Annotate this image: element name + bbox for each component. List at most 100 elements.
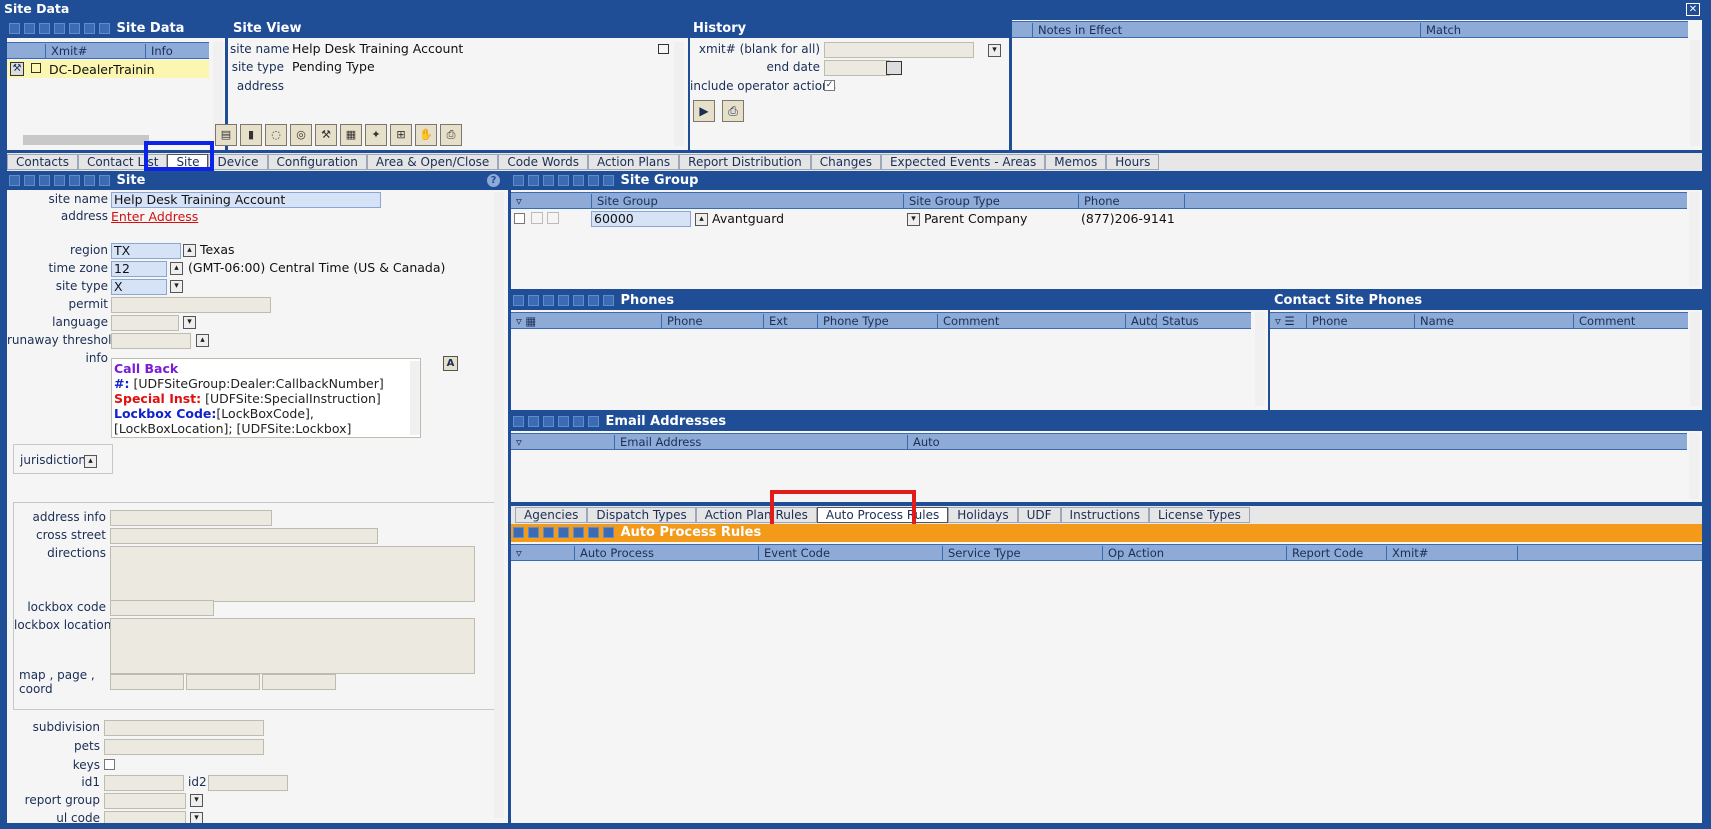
tab-report-distribution[interactable]: Report Distribution <box>679 154 811 170</box>
add-icon[interactable] <box>543 527 554 538</box>
bulb-icon[interactable]: ✦ <box>365 124 387 146</box>
tab-hours[interactable]: Hours <box>1106 154 1160 170</box>
toolbar-icon[interactable] <box>528 175 539 186</box>
toolbar-icon[interactable] <box>84 23 95 34</box>
language-input[interactable] <box>111 315 179 331</box>
tab-memos[interactable]: Memos <box>1045 154 1107 170</box>
col-comment[interactable]: Comment <box>937 314 1117 328</box>
vertical-scrollbar[interactable] <box>1689 192 1699 286</box>
site-group-code-input[interactable]: 60000 <box>591 211 691 227</box>
tab-action-plans[interactable]: Action Plans <box>587 154 680 170</box>
toolbar-icon[interactable] <box>513 175 524 186</box>
tab-changes[interactable]: Changes <box>810 154 881 170</box>
toolbar-icon[interactable] <box>558 416 569 427</box>
toolbar-icon[interactable] <box>69 175 80 186</box>
col-report-code[interactable]: Report Code <box>1286 546 1386 560</box>
toolbar-icon[interactable] <box>573 527 584 538</box>
add-icon[interactable] <box>543 175 554 186</box>
col-ext[interactable]: Ext <box>763 314 813 328</box>
directions-textarea[interactable] <box>110 546 475 602</box>
refresh-icon[interactable] <box>603 295 614 306</box>
col-site-group[interactable]: Site Group <box>591 194 891 208</box>
toolbar-icon[interactable] <box>54 175 65 186</box>
toolbar-icon[interactable] <box>513 295 524 306</box>
horizontal-scrollbar[interactable] <box>23 135 149 145</box>
id2-input[interactable] <box>208 775 288 791</box>
col-auto-process[interactable]: Auto Process <box>574 546 754 560</box>
site-group-row[interactable]: 60000 ▴ Avantguard ▾ Parent Company (877… <box>511 210 1187 228</box>
document-icon[interactable]: ▤ <box>215 124 237 146</box>
col-phone[interactable]: Phone <box>1078 194 1178 208</box>
refresh-icon[interactable] <box>603 175 614 186</box>
xmit-input[interactable] <box>824 42 974 58</box>
report-group-dropdown[interactable]: ▾ <box>190 794 203 807</box>
region-lookup-button[interactable]: ▴ <box>183 244 196 257</box>
lockbox-location-textarea[interactable] <box>110 618 475 674</box>
toolbar-icon[interactable] <box>24 175 35 186</box>
site-group-type-dropdown[interactable]: ▾ <box>907 213 920 226</box>
calendar-icon[interactable] <box>886 61 902 75</box>
cross-street-input[interactable] <box>110 528 378 544</box>
filter-icon[interactable]: ▿ <box>511 546 531 560</box>
tab-expected-events-areas[interactable]: Expected Events - Areas <box>880 154 1046 170</box>
end-date-input[interactable] <box>824 60 890 76</box>
runaway-threshold-input[interactable] <box>111 333 191 349</box>
col-auto[interactable]: Auto <box>907 435 947 449</box>
col-op-action[interactable]: Op Action <box>1102 546 1292 560</box>
ul-code-dropdown[interactable]: ▾ <box>190 812 203 823</box>
col-service-type[interactable]: Service Type <box>942 546 1102 560</box>
include-operator-checkbox[interactable]: ✓ <box>824 80 835 91</box>
site-type-input[interactable]: X <box>111 279 167 295</box>
site-type-dropdown[interactable]: ▾ <box>170 280 183 293</box>
toolbar-icon[interactable] <box>9 175 20 186</box>
language-dropdown[interactable]: ▾ <box>183 316 196 329</box>
tab-license-types[interactable]: License Types <box>1149 507 1250 523</box>
coord-input[interactable] <box>262 674 336 690</box>
vertical-scrollbar[interactable] <box>1690 312 1700 406</box>
printer-icon[interactable]: ⎙ <box>722 100 744 122</box>
col-phone[interactable]: Phone <box>661 314 771 328</box>
calculator-icon[interactable]: ▦ <box>340 124 362 146</box>
vertical-scrollbar[interactable] <box>674 42 684 146</box>
tab-dispatch-types[interactable]: Dispatch Types <box>587 507 696 523</box>
signal-icon[interactable]: ▮ <box>240 124 262 146</box>
filter-icon[interactable]: ▿ <box>511 194 531 208</box>
time-zone-lookup-button[interactable]: ▴ <box>170 262 183 275</box>
col-xmit[interactable]: Xmit# <box>1386 546 1506 560</box>
runaway-threshold-lookup-button[interactable]: ▴ <box>196 334 209 347</box>
col-info[interactable]: Info <box>145 44 209 58</box>
enter-address-link[interactable]: Enter Address <box>111 209 198 224</box>
col-comment[interactable]: Comment <box>1573 314 1688 328</box>
tab-udf[interactable]: UDF <box>1017 507 1061 523</box>
toolbar-icon[interactable] <box>513 527 524 538</box>
tab-holidays[interactable]: Holidays <box>948 507 1018 523</box>
vertical-scrollbar[interactable] <box>1690 40 1700 146</box>
toolbar-icon[interactable] <box>588 175 599 186</box>
toolbar-icon[interactable] <box>573 416 584 427</box>
vertical-scrollbar[interactable] <box>410 361 420 435</box>
toolbar-icon[interactable] <box>54 23 65 34</box>
tab-configuration[interactable]: Configuration <box>267 154 367 170</box>
toolbar-icon[interactable] <box>513 416 524 427</box>
id1-input[interactable] <box>104 775 184 791</box>
vertical-scrollbar[interactable] <box>1689 433 1699 499</box>
address-info-input[interactable] <box>110 510 272 526</box>
col-event-code[interactable]: Event Code <box>758 546 938 560</box>
toolbar-icon[interactable] <box>558 175 569 186</box>
pets-input[interactable] <box>104 739 264 755</box>
col-site-group-type[interactable]: Site Group Type <box>903 194 1071 208</box>
row-edit-icon[interactable] <box>531 212 543 224</box>
note-icon[interactable] <box>658 44 669 54</box>
toolbar-icon[interactable] <box>573 175 584 186</box>
printer-icon[interactable]: ⎙ <box>440 124 462 146</box>
hand-icon[interactable]: ✋ <box>415 124 437 146</box>
toolbar-icon[interactable] <box>24 23 35 34</box>
tab-instructions[interactable]: Instructions <box>1060 507 1150 523</box>
tab-code-words[interactable]: Code Words <box>498 154 588 170</box>
col-phone[interactable]: Phone <box>1306 314 1406 328</box>
map-input[interactable] <box>110 674 184 690</box>
info-textarea[interactable]: Call Back #: [UDFSiteGroup:Dealer:Callba… <box>111 358 421 438</box>
play-icon[interactable]: ▶ <box>693 100 715 122</box>
col-xmit[interactable]: Xmit# <box>45 44 137 58</box>
col-status[interactable]: Status <box>1156 314 1251 328</box>
